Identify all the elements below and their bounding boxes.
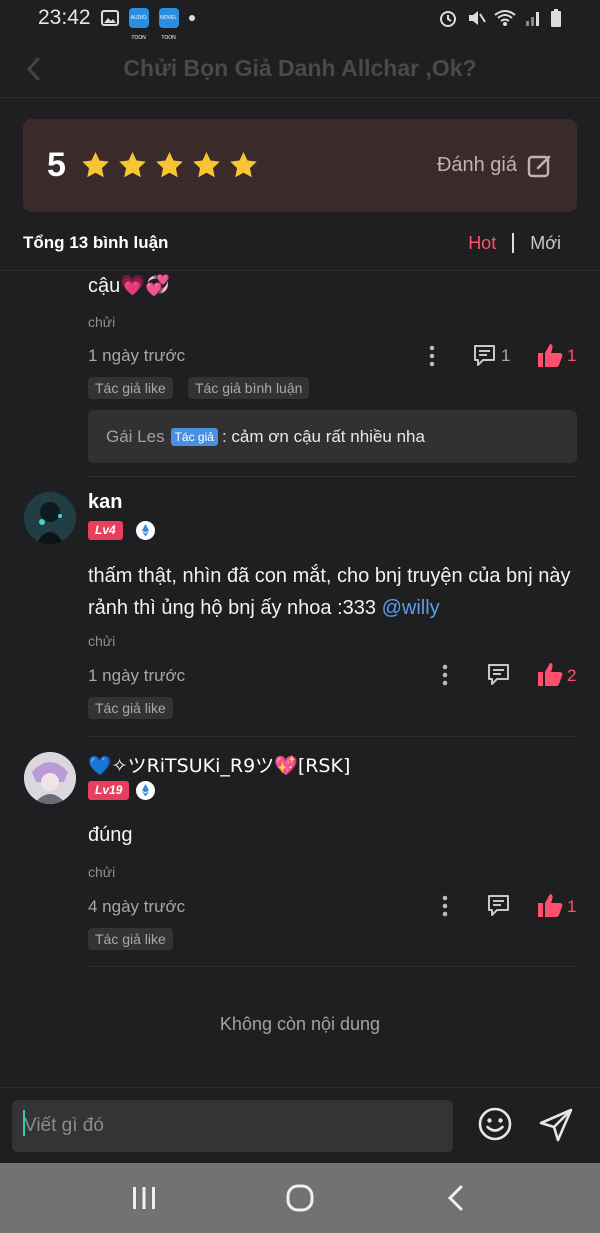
like-count: 2 [567, 666, 577, 685]
rating-card: 5 Đánh giá [23, 119, 577, 212]
author-liked-tag: Tác giả like [88, 377, 173, 399]
mention-link[interactable]: @willy [382, 597, 440, 619]
author-liked-tag: Tác giả like [88, 928, 173, 950]
author-liked-tag: Tác giả like [88, 697, 173, 719]
username[interactable]: 💙✧ツRiTSUKi_R9ツ💖[RSK] [88, 751, 350, 778]
username[interactable]: kan [88, 491, 122, 514]
star-icon [82, 151, 109, 178]
star-icon [230, 151, 257, 178]
star-icon [193, 151, 220, 178]
sort-hot-tab[interactable]: Hot [468, 233, 496, 254]
more-options-icon[interactable] [424, 345, 440, 367]
page-header: Chửi Bọn Giả Danh Allchar ,Ok? [0, 40, 600, 98]
system-nav-bar [0, 1163, 600, 1233]
edit-icon [527, 155, 551, 177]
back-arrow-icon[interactable] [20, 54, 50, 84]
status-time: 23:42 [38, 6, 91, 29]
reply-author-name: Gái Les [106, 426, 165, 446]
comment-total: Tổng 13 bình luận [23, 233, 169, 252]
audiotoon-app-icon: AUDIO TOON [128, 8, 149, 41]
comment-text: thấm thật, nhìn đã con mắt, cho bnj truy… [88, 560, 588, 624]
reply-icon[interactable] [486, 662, 511, 687]
comment-divider [88, 476, 577, 477]
rating-score: 5 [47, 146, 66, 184]
comment-text: cậu💗💞 [88, 275, 171, 297]
reply-count: 1 [501, 346, 511, 365]
comment-time: 4 ngày trước [88, 897, 186, 916]
verified-badge-icon [136, 521, 155, 540]
comment-category: chửi [88, 314, 116, 330]
home-icon[interactable] [285, 1184, 315, 1212]
level-badge: Lv4 [88, 521, 123, 540]
author-commented-tag: Tác giả bình luận [188, 377, 310, 399]
comment-category: chửi [88, 633, 116, 649]
reply-text: : cảm ơn cậu rất nhiều nha [221, 426, 425, 446]
sort-new-tab[interactable]: Mới [530, 233, 561, 254]
status-bar: 23:42 AUDIO TOON NOVEL TOON [0, 0, 600, 41]
sort-tabs: Hot Mới [468, 233, 577, 254]
comment-input-bar [0, 1087, 600, 1163]
reply-icon[interactable] [486, 893, 511, 918]
comment-text: đúng [88, 824, 133, 846]
comment-divider [88, 736, 577, 737]
end-of-list-text: Không còn nội dung [219, 1014, 381, 1034]
rating-stars [80, 150, 259, 181]
noveltoon-app-icon: NOVEL TOON [158, 8, 179, 41]
star-icon [156, 151, 183, 178]
verified-badge-icon [136, 781, 155, 800]
author-badge: Tác giả [170, 427, 218, 446]
like-icon[interactable] [536, 661, 564, 687]
text-caret [23, 1110, 25, 1136]
comment-text-line1: thấm thật, nhìn đã con mắt, cho bnj truy… [88, 565, 571, 587]
gallery-icon [100, 10, 119, 26]
comment-input[interactable] [24, 1115, 453, 1137]
rate-button[interactable]: Đánh giá [437, 153, 553, 179]
reply-icon[interactable] [472, 343, 497, 368]
like-icon[interactable] [536, 892, 564, 918]
notification-dot-icon [188, 15, 195, 21]
system-back-icon[interactable] [445, 1184, 467, 1212]
star-icon [119, 151, 146, 178]
sort-divider [512, 233, 515, 253]
battery-icon [551, 9, 561, 27]
comment-text-line2: rảnh thì ủng hộ bnj ấy nhoa :333 [88, 597, 382, 619]
comment-input-container [12, 1100, 453, 1152]
more-options-icon[interactable] [437, 895, 453, 917]
avatar[interactable] [24, 752, 76, 804]
comment-category: chửi [88, 864, 116, 880]
more-options-icon[interactable] [437, 664, 453, 686]
send-icon[interactable] [537, 1106, 575, 1144]
rate-button-label: Đánh giá [436, 154, 517, 176]
signal-icon [526, 12, 539, 26]
like-count: 1 [567, 897, 577, 916]
comment-time: 1 ngày trước [88, 346, 186, 365]
comment-divider [88, 966, 577, 967]
like-icon[interactable] [536, 342, 564, 368]
page-title: Chửi Bọn Giả Danh Allchar ,Ok? [123, 55, 477, 81]
avatar[interactable] [24, 492, 76, 544]
level-badge: Lv19 [88, 781, 130, 800]
emoji-icon[interactable] [477, 1106, 513, 1142]
mute-icon [469, 11, 486, 25]
comment-time: 1 ngày trước [88, 666, 186, 685]
comments-summary-bar: Tổng 13 bình luận Hot Mới [23, 228, 577, 258]
author-reply-box[interactable]: Gái Les Tác giả : cảm ơn cậu rất nhiều n… [88, 410, 577, 463]
recent-apps-icon[interactable] [130, 1185, 158, 1211]
like-count: 1 [567, 346, 577, 365]
alarm-icon [440, 11, 456, 27]
wifi-icon [494, 10, 516, 26]
